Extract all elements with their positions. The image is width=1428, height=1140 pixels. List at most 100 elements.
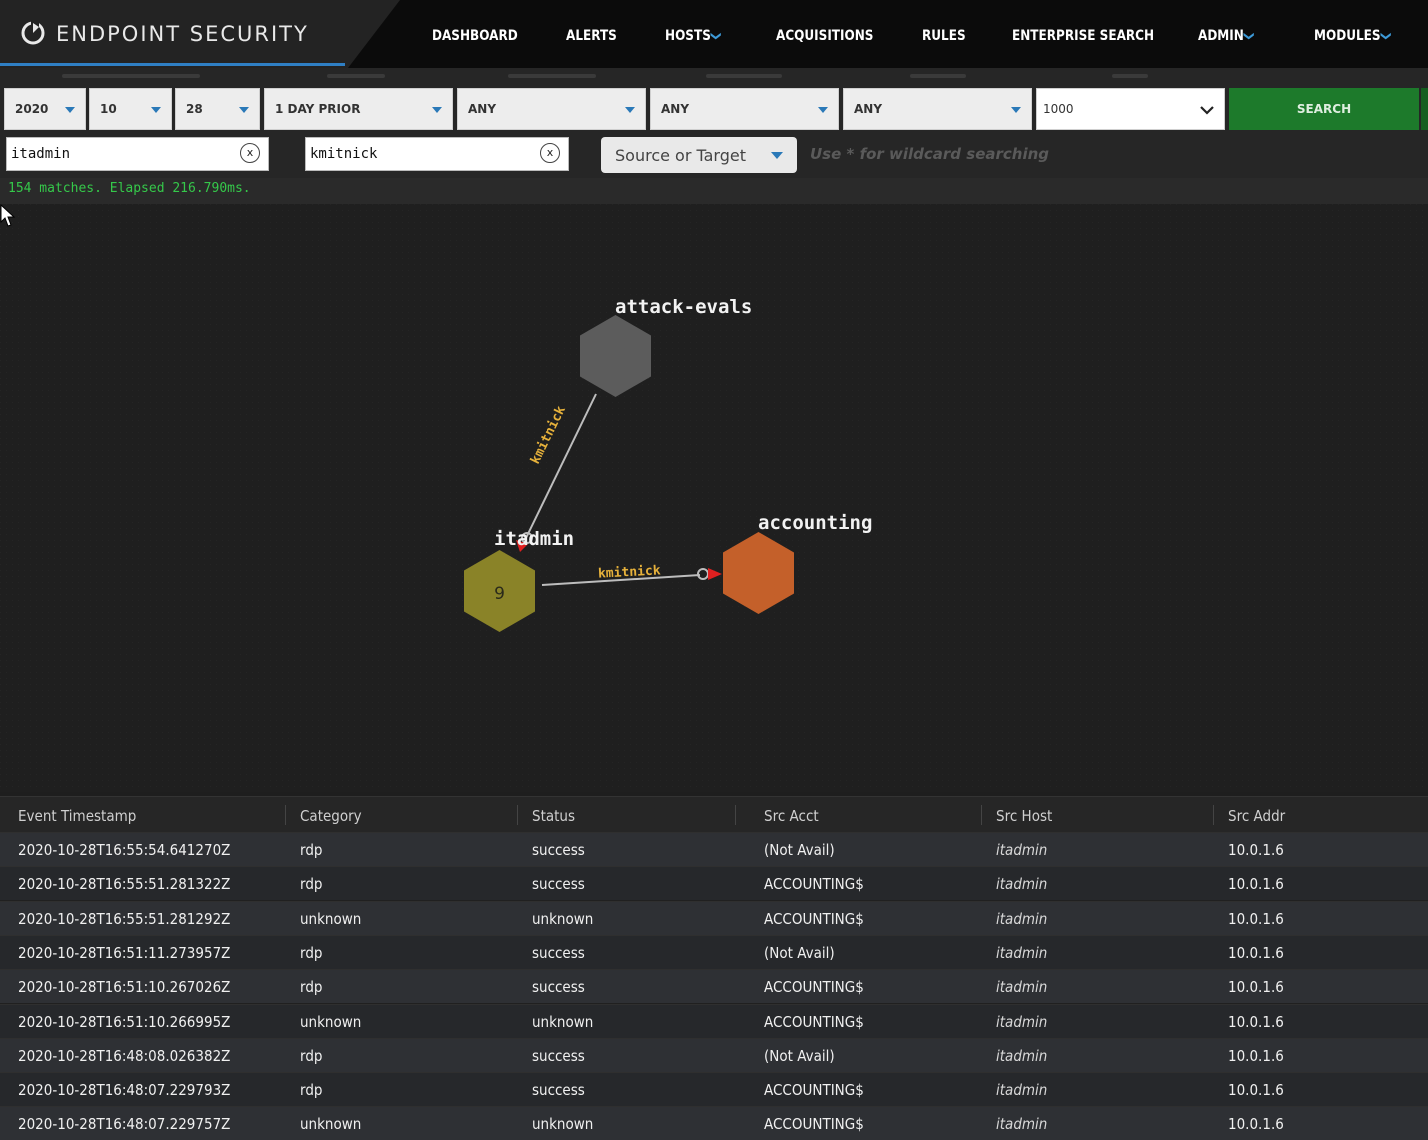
cell-src-addr: 10.0.1.6 bbox=[1228, 841, 1284, 859]
graph-edges bbox=[0, 204, 1428, 792]
chevron-down-icon: ❯ bbox=[710, 30, 723, 42]
brand-underline bbox=[0, 63, 345, 66]
table-header: Event Timestamp Category Status Src Acct… bbox=[0, 796, 1428, 833]
column-header[interactable]: Src Host bbox=[996, 807, 1052, 825]
day-select[interactable]: 28 bbox=[175, 88, 260, 130]
caret-down-icon bbox=[432, 107, 442, 113]
caret-down-icon bbox=[818, 107, 828, 113]
cell-timestamp: 2020-10-28T16:55:54.641270Z bbox=[18, 841, 231, 859]
nav-admin[interactable]: ADMIN❯ bbox=[1198, 28, 1256, 44]
cell-category: rdp bbox=[300, 1081, 323, 1100]
table-row[interactable]: 2020-10-28T16:55:51.281322Z rdp success ACC… bbox=[0, 866, 1428, 901]
cell-category: rdp bbox=[300, 1046, 323, 1065]
table-row[interactable]: 2020-10-28T16:51:10.267026Z rdp success ACC… bbox=[0, 969, 1428, 1004]
table-row[interactable]: 2020-10-28T16:48:07.229757Z unknown unknow… bbox=[0, 1106, 1428, 1140]
period-select[interactable]: 1 DAY PRIOR bbox=[264, 88, 453, 130]
cell-timestamp: 2020-10-28T16:48:07.229757Z bbox=[18, 1115, 231, 1134]
cell-src-acct: ACCOUNTING$ bbox=[764, 909, 864, 928]
cell-src-acct: (Not Avail) bbox=[764, 841, 835, 859]
column-header[interactable]: Status bbox=[532, 807, 575, 825]
clear-icon[interactable]: x bbox=[540, 143, 560, 163]
clear-icon[interactable]: x bbox=[240, 143, 260, 163]
table-row[interactable]: 2020-10-28T16:51:11.273957Z rdp success (No… bbox=[0, 934, 1428, 969]
chevron-down-icon: ❯ bbox=[1380, 30, 1393, 42]
cell-src-acct: ACCOUNTING$ bbox=[764, 875, 864, 894]
cell-timestamp: 2020-10-28T16:55:51.281322Z bbox=[18, 875, 231, 894]
cell-src-acct: ACCOUNTING$ bbox=[764, 1081, 864, 1100]
events-table: Event Timestamp Category Status Src Acct… bbox=[0, 796, 1428, 1140]
cell-status: success bbox=[532, 875, 585, 894]
cell-category: rdp bbox=[300, 875, 323, 894]
column-header[interactable]: Src Acct bbox=[764, 807, 819, 825]
cell-src-addr: 10.0.1.6 bbox=[1228, 978, 1284, 997]
cell-src-host: itadmin bbox=[996, 1081, 1048, 1100]
limit-select[interactable]: 1000 bbox=[1036, 88, 1225, 130]
search-button[interactable]: SEARCH bbox=[1229, 88, 1419, 130]
target-search-input[interactable]: kmitnick x bbox=[305, 137, 569, 171]
cell-src-addr: 10.0.1.6 bbox=[1228, 1046, 1284, 1065]
source-search-input[interactable]: itadmin x bbox=[6, 137, 269, 171]
table-row[interactable]: 2020-10-28T16:48:07.229793Z rdp success ACC… bbox=[0, 1072, 1428, 1107]
cell-category: rdp bbox=[300, 978, 323, 997]
nav-modules[interactable]: MODULES❯ bbox=[1314, 28, 1393, 44]
cell-category: rdp bbox=[300, 943, 323, 962]
cell-src-host: itadmin bbox=[996, 875, 1048, 894]
nav-acquisitions[interactable]: ACQUISITIONS bbox=[776, 28, 873, 44]
cell-src-host: itadmin bbox=[996, 909, 1048, 928]
cell-src-addr: 10.0.1.6 bbox=[1228, 875, 1284, 894]
cell-timestamp: 2020-10-28T16:55:51.281292Z bbox=[18, 909, 231, 928]
top-navigation-bar: ENDPOINT SECURITY DASHBOARD ALERTS HOSTS… bbox=[0, 0, 1428, 68]
cell-src-acct: (Not Avail) bbox=[764, 1046, 835, 1065]
table-row[interactable]: 2020-10-28T16:55:54.641270Z rdp success (No… bbox=[0, 832, 1428, 866]
cell-src-acct: ACCOUNTING$ bbox=[764, 978, 864, 997]
chevron-down-icon bbox=[1200, 106, 1214, 115]
cell-src-acct: (Not Avail) bbox=[764, 943, 835, 962]
cell-src-host: itadmin bbox=[996, 1115, 1048, 1134]
cell-timestamp: 2020-10-28T16:48:07.229793Z bbox=[18, 1081, 231, 1100]
cell-timestamp: 2020-10-28T16:51:10.267026Z bbox=[18, 978, 231, 997]
table-row[interactable]: 2020-10-28T16:48:08.026382Z rdp success (No… bbox=[0, 1037, 1428, 1072]
cell-category: unknown bbox=[300, 1012, 362, 1031]
cell-status: success bbox=[532, 1046, 585, 1065]
category-select[interactable]: ANY bbox=[650, 88, 839, 130]
cell-status: success bbox=[532, 841, 585, 859]
table-row[interactable]: 2020-10-28T16:55:51.281292Z unknown unknow… bbox=[0, 900, 1428, 935]
node-label-attack-evals: attack-evals bbox=[615, 296, 753, 318]
node-label-accounting: accounting bbox=[758, 512, 873, 534]
cell-src-host: itadmin bbox=[996, 1012, 1048, 1031]
status-select[interactable]: ANY bbox=[843, 88, 1032, 130]
nav-dashboard[interactable]: DASHBOARD bbox=[432, 28, 518, 44]
nav-rules[interactable]: RULES bbox=[922, 28, 966, 44]
cell-timestamp: 2020-10-28T16:48:08.026382Z bbox=[18, 1046, 231, 1065]
table-row[interactable]: 2020-10-28T16:51:10.266995Z unknown unknow… bbox=[0, 1003, 1428, 1038]
relationship-graph[interactable]: attack-evals itadmin 9 accounting kmitni… bbox=[0, 204, 1428, 792]
cell-status: unknown bbox=[532, 1012, 594, 1031]
cell-timestamp: 2020-10-28T16:51:10.266995Z bbox=[18, 1012, 231, 1031]
cell-category: unknown bbox=[300, 1115, 362, 1134]
match-mode-select[interactable]: Source or Target bbox=[601, 137, 797, 173]
caret-down-icon bbox=[151, 107, 161, 113]
column-header[interactable]: Event Timestamp bbox=[18, 807, 136, 825]
privileges-select[interactable]: ANY bbox=[457, 88, 646, 130]
cell-status: success bbox=[532, 943, 585, 962]
nav-alerts[interactable]: ALERTS bbox=[566, 28, 617, 44]
cell-src-addr: 10.0.1.6 bbox=[1228, 1115, 1284, 1134]
filter-label-strip bbox=[0, 70, 1428, 84]
nav-hosts[interactable]: HOSTS❯ bbox=[665, 28, 723, 44]
cell-status: success bbox=[532, 978, 585, 997]
month-select[interactable]: 10 bbox=[89, 88, 172, 130]
cell-category: unknown bbox=[300, 909, 362, 928]
caret-down-icon bbox=[771, 152, 783, 159]
mouse-cursor-icon bbox=[0, 204, 16, 227]
nav-enterprise-search[interactable]: ENTERPRISE SEARCH bbox=[1012, 28, 1154, 44]
cell-src-acct: ACCOUNTING$ bbox=[764, 1012, 864, 1031]
caret-down-icon bbox=[239, 107, 249, 113]
year-select[interactable]: 2020 bbox=[4, 88, 86, 130]
cell-src-addr: 10.0.1.6 bbox=[1228, 943, 1284, 962]
caret-down-icon bbox=[65, 107, 75, 113]
cell-src-host: itadmin bbox=[996, 841, 1048, 859]
cell-status: unknown bbox=[532, 909, 594, 928]
cell-src-addr: 10.0.1.6 bbox=[1228, 1012, 1284, 1031]
column-header[interactable]: Category bbox=[300, 807, 362, 825]
column-header[interactable]: Src Addr bbox=[1228, 807, 1285, 825]
